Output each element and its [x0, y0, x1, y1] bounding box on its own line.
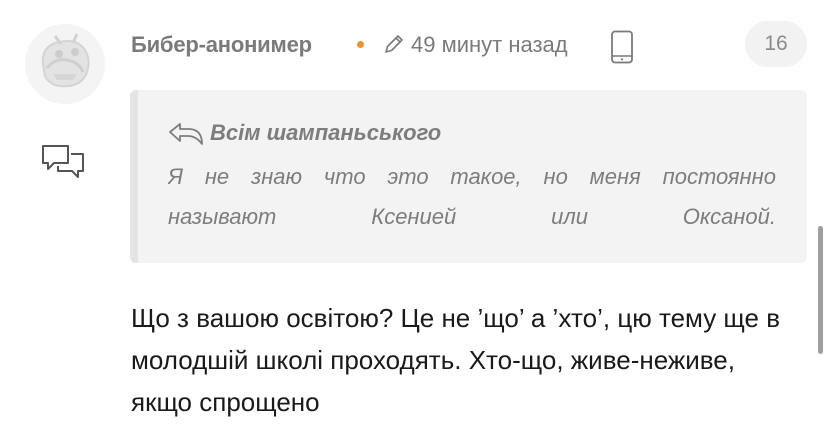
- reply-arrow-icon: [168, 122, 204, 148]
- quote-author: Всім шампаньського: [210, 120, 442, 145]
- mobile-phone-icon: [610, 30, 634, 64]
- reply-button[interactable]: [40, 143, 86, 185]
- pencil-icon: [383, 33, 405, 55]
- comment-text: Що з вашою освітою? Це не ’що’ а ’хто’, …: [131, 303, 781, 417]
- vote-count-badge[interactable]: 16: [745, 21, 807, 67]
- chat-bubbles-icon: [42, 145, 84, 178]
- quote-bar: [130, 90, 138, 263]
- scrollbar[interactable]: [818, 226, 823, 354]
- avatar[interactable]: [25, 24, 105, 104]
- online-status-dot: [357, 41, 364, 48]
- robot-avatar-icon: [25, 24, 105, 104]
- comment-timestamp: 49 минут назад: [411, 32, 568, 57]
- author-name[interactable]: Бибер-анонимер: [131, 32, 312, 58]
- quote-text: Я не знаю что это такое, но меня постоян…: [168, 164, 776, 229]
- quoted-comment[interactable]: Всім шампаньського Я не знаю что это так…: [130, 90, 807, 263]
